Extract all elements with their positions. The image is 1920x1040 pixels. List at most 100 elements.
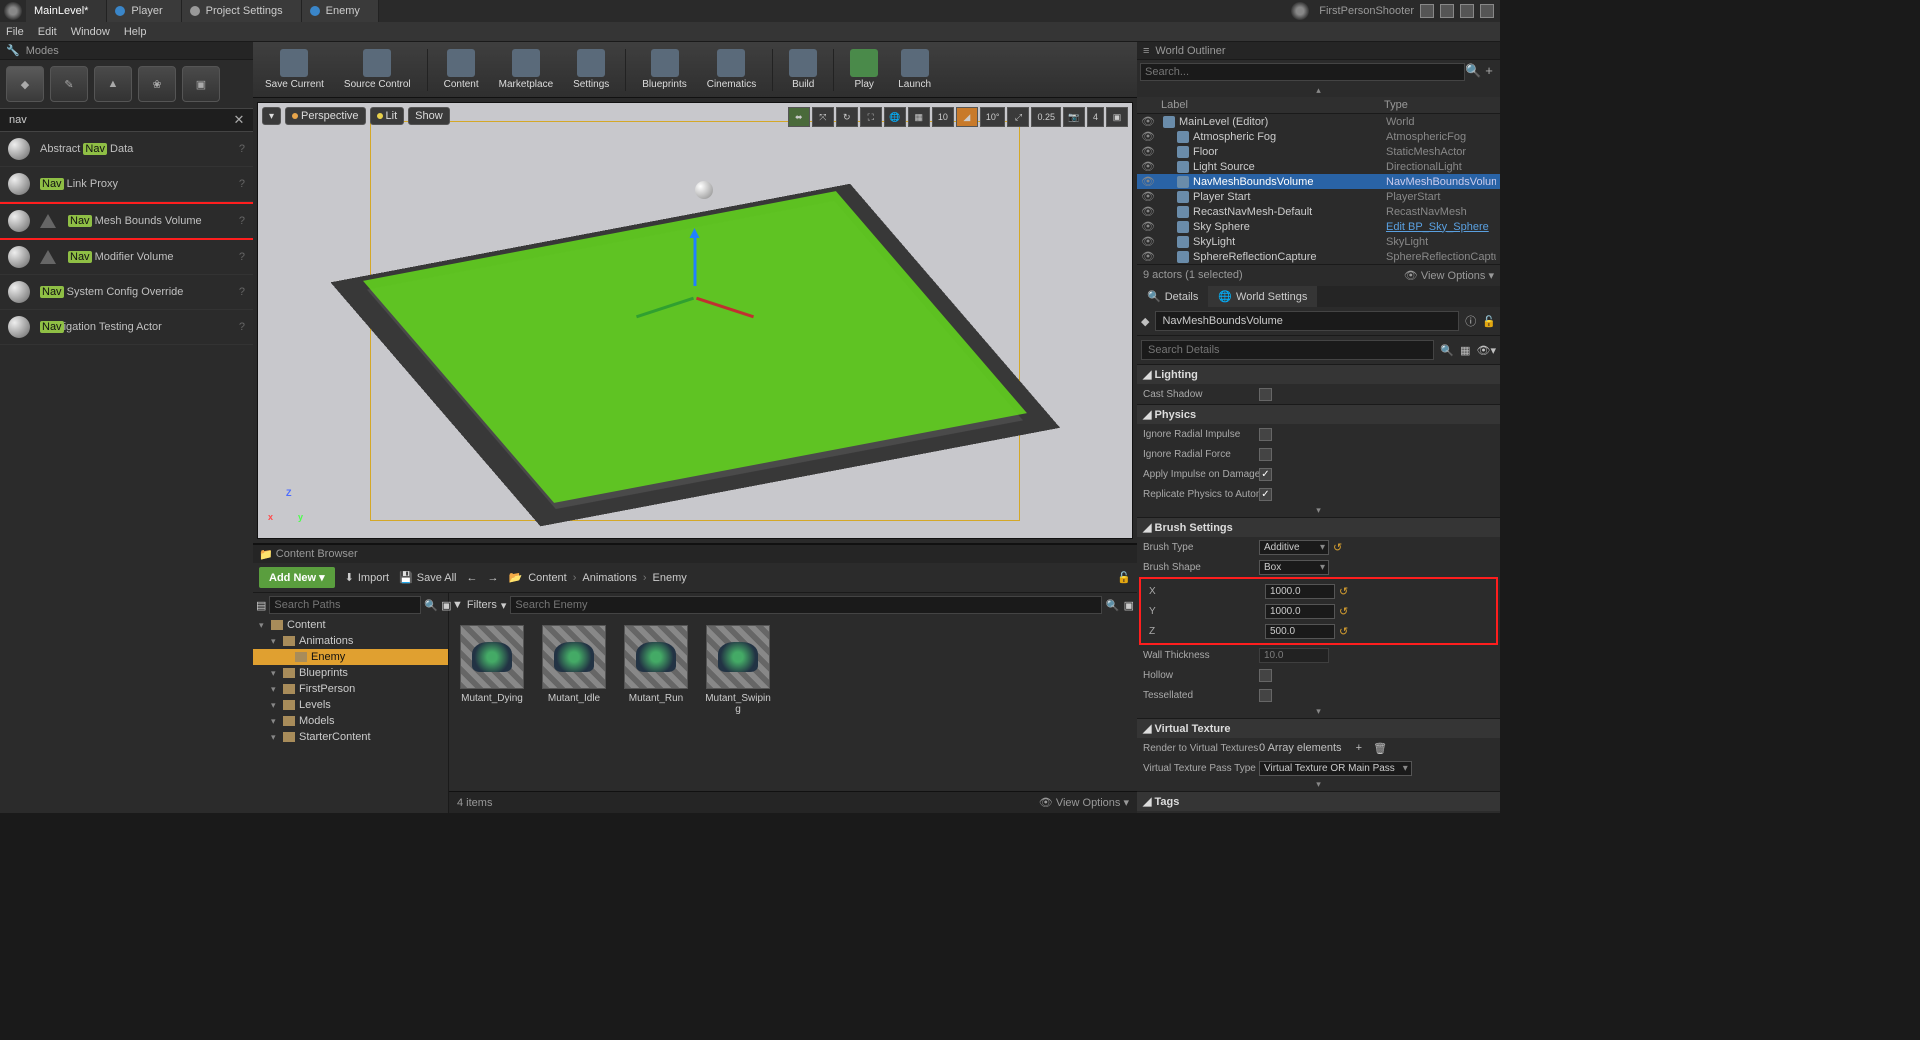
viewport-perspective-button[interactable]: Perspective <box>285 107 365 125</box>
expand-arrow-icon[interactable]: ▾ <box>1137 504 1500 517</box>
outliner-row[interactable]: 👁Sky SphereEdit BP_Sky_Sphere <box>1137 219 1500 234</box>
outliner-search-input[interactable] <box>1140 63 1465 81</box>
ignore-radial-force-checkbox[interactable] <box>1259 448 1272 461</box>
asset-search-options-button[interactable]: 🔍 <box>1106 596 1120 614</box>
outliner-row[interactable]: 👁MainLevel (Editor)World <box>1137 114 1500 129</box>
asset-tile[interactable]: Mutant_Run <box>621 625 691 783</box>
gizmo-z-axis[interactable] <box>694 236 697 286</box>
brush-x-input[interactable]: 1000.0 <box>1265 584 1335 599</box>
lock-details-button[interactable]: 🔓 <box>1482 315 1496 328</box>
place-actor-item[interactable]: Nav Modifier Volume? <box>0 240 253 275</box>
viewport-show-button[interactable]: Show <box>408 107 450 125</box>
tab-player[interactable]: Player <box>107 0 181 22</box>
apply-impulse-checkbox[interactable] <box>1259 468 1272 481</box>
tree-filter-button[interactable]: ▤ <box>256 596 266 614</box>
help-icon[interactable]: ? <box>239 286 245 298</box>
visibility-toggle[interactable]: 👁 <box>1141 205 1155 218</box>
reset-button[interactable]: ↺ <box>1339 585 1348 598</box>
column-label[interactable]: Label <box>1143 99 1384 111</box>
clear-search-icon[interactable]: ✕ <box>231 112 247 128</box>
modes-search-input[interactable] <box>6 111 231 129</box>
tab-enemy[interactable]: Enemy <box>302 0 379 22</box>
section-lighting[interactable]: ◢ Lighting <box>1137 365 1500 384</box>
transform-select-button[interactable]: ⬌ <box>788 107 810 127</box>
asset-tile[interactable]: Mutant_Idle <box>539 625 609 783</box>
tree-folder-item[interactable]: ▾Animations <box>253 633 448 649</box>
reset-button[interactable]: ↺ <box>1333 541 1342 554</box>
tree-caret-icon[interactable]: ▾ <box>271 732 279 743</box>
settings-button[interactable]: Settings <box>569 47 613 92</box>
content-browser-header[interactable]: 📁 Content Browser <box>253 545 1137 563</box>
section-brush-settings[interactable]: ◢ Brush Settings <box>1137 518 1500 537</box>
minimize-button[interactable] <box>1420 4 1434 18</box>
viewport-lit-button[interactable]: Lit <box>370 107 405 125</box>
outliner-row[interactable]: 👁RecastNavMesh-DefaultRecastNavMesh <box>1137 204 1500 219</box>
help-icon[interactable]: ? <box>239 178 245 190</box>
camera-speed-value[interactable]: 4 <box>1087 107 1104 127</box>
source-control-button[interactable]: Source Control <box>340 47 415 92</box>
asset-tile[interactable]: Mutant_Swiping <box>703 625 773 783</box>
content-button[interactable]: Content <box>440 47 483 92</box>
reset-button[interactable]: ↺ <box>1339 625 1348 638</box>
tree-caret-icon[interactable]: ▾ <box>271 684 279 695</box>
scale-snap-button[interactable]: ⤢ <box>1007 107 1029 127</box>
menu-file[interactable]: File <box>6 26 24 38</box>
property-matrix-button[interactable]: ▦ <box>1460 344 1470 357</box>
save-current-button[interactable]: Save Current <box>261 47 328 92</box>
tree-folder-item[interactable]: ▾Models <box>253 713 448 729</box>
visibility-toggle[interactable]: 👁 <box>1141 220 1155 233</box>
column-type[interactable]: Type <box>1384 99 1494 111</box>
outliner-add-button[interactable]: + <box>1481 63 1497 81</box>
array-clear-button[interactable]: 🗑 <box>1373 742 1387 755</box>
visibility-toggle[interactable]: 👁 <box>1141 145 1155 158</box>
tree-caret-icon[interactable]: ▾ <box>271 636 279 647</box>
place-actor-item[interactable]: Nav System Config Override? <box>0 275 253 310</box>
angle-snap-button[interactable]: ◢ <box>956 107 978 127</box>
visibility-toggle[interactable]: 👁 <box>1141 190 1155 203</box>
tab-mainlevel[interactable]: MainLevel* <box>26 0 107 22</box>
tree-caret-icon[interactable]: ▾ <box>259 620 267 631</box>
help-icon[interactable]: ? <box>239 143 245 155</box>
surface-snap-button[interactable]: ▦ <box>908 107 930 127</box>
place-mode-icon[interactable]: ◆ <box>6 66 44 102</box>
tree-folder-item[interactable]: Enemy <box>253 649 448 665</box>
vt-pass-dropdown[interactable]: Virtual Texture OR Main Pass <box>1259 761 1412 776</box>
menu-window[interactable]: Window <box>71 26 110 38</box>
history-forward-button[interactable]: → <box>488 572 499 584</box>
wall-thickness-input[interactable]: 10.0 <box>1259 648 1329 663</box>
help-icon[interactable]: ? <box>239 251 245 263</box>
foliage-mode-icon[interactable]: ❀ <box>138 66 176 102</box>
outliner-row[interactable]: 👁SkyLightSkyLight <box>1137 234 1500 249</box>
world-settings-tab[interactable]: 🌐World Settings <box>1208 286 1317 307</box>
scale-snap-value[interactable]: 0.25 <box>1031 107 1061 127</box>
outliner-search-options-button[interactable]: 🔍 <box>1465 63 1481 81</box>
asset-search-input[interactable] <box>510 596 1102 614</box>
close-button[interactable] <box>1480 4 1494 18</box>
import-button[interactable]: ⬇Import <box>345 571 389 584</box>
geometry-mode-icon[interactable]: ▣ <box>182 66 220 102</box>
breadcrumb-item[interactable]: Content <box>528 572 567 584</box>
lock-browser-button[interactable]: 🔓 <box>1117 571 1131 584</box>
hollow-checkbox[interactable] <box>1259 669 1272 682</box>
place-actor-item[interactable]: Navigation Testing Actor? <box>0 310 253 345</box>
brush-shape-dropdown[interactable]: Box <box>1259 560 1329 575</box>
expand-arrow-icon[interactable]: ▾ <box>1137 778 1500 791</box>
outliner-row[interactable]: 👁Player StartPlayerStart <box>1137 189 1500 204</box>
blueprint-link-button[interactable]: ⓘ <box>1465 313 1476 329</box>
outliner-view-options-button[interactable]: 👁 View Options ▾ <box>1404 269 1494 282</box>
maximize-button[interactable] <box>1440 4 1454 18</box>
paint-mode-icon[interactable]: ✎ <box>50 66 88 102</box>
transform-translate-button[interactable]: ⤧ <box>812 107 834 127</box>
camera-speed-button[interactable]: 📷 <box>1063 107 1085 127</box>
angle-snap-value[interactable]: 10° <box>980 107 1006 127</box>
play-button[interactable]: Play <box>846 47 882 92</box>
tree-folder-item[interactable]: ▾Blueprints <box>253 665 448 681</box>
help-icon[interactable]: ? <box>239 215 245 227</box>
brush-type-dropdown[interactable]: Additive <box>1259 540 1329 555</box>
section-tags[interactable]: ◢ Tags <box>1137 792 1500 811</box>
help-icon[interactable]: ? <box>239 321 245 333</box>
world-outliner-header[interactable]: ≡ World Outliner <box>1137 42 1500 60</box>
save-all-button[interactable]: 💾Save All <box>399 571 456 584</box>
replicate-physics-checkbox[interactable] <box>1259 488 1272 501</box>
tree-folder-item[interactable]: ▾Content <box>253 617 448 633</box>
